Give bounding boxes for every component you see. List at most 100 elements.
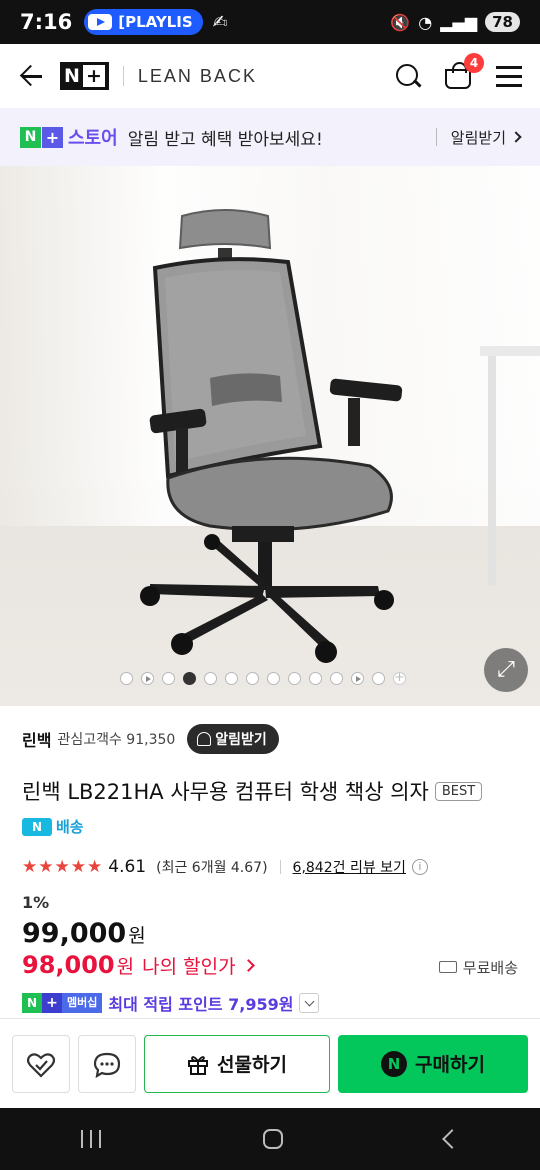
- header-divider: [122, 66, 124, 86]
- carousel-dot[interactable]: [309, 672, 322, 685]
- gift-icon: [188, 1055, 209, 1075]
- carousel-dot[interactable]: [372, 672, 385, 685]
- system-navigation-bar: [0, 1108, 540, 1170]
- image-zoom-button[interactable]: [484, 648, 528, 692]
- home-icon[interactable]: [263, 1129, 283, 1149]
- membership-badge: N + 멤버십: [22, 993, 103, 1013]
- product-title: 린백 LB221HA 사무용 컴퓨터 학생 책상 의자: [22, 780, 429, 804]
- chair-image: [140, 209, 540, 663]
- sale-price: 98,000: [22, 951, 115, 979]
- wifi-icon: ◔: [418, 12, 433, 32]
- naver-plus-logo[interactable]: N +: [60, 62, 109, 90]
- store-alert-link-label: 알림받기: [450, 128, 506, 147]
- original-price-row: 99,000 원: [22, 918, 518, 949]
- banner-divider: [435, 128, 437, 146]
- playlist-chip: [PLAYLIS: [84, 9, 203, 35]
- playlist-label: [PLAYLIS: [118, 13, 193, 31]
- mute-icon: 🔇: [390, 12, 411, 32]
- truck-icon: [438, 961, 457, 973]
- seller-name[interactable]: 린백: [22, 727, 51, 751]
- carousel-dot[interactable]: [204, 672, 217, 685]
- title-row: 린백 LB221HA 사무용 컴퓨터 학생 책상 의자 BEST: [22, 776, 518, 806]
- carousel-dot[interactable]: [162, 672, 175, 685]
- n-delivery-icon: N: [22, 817, 52, 836]
- buy-button-label: 구매하기: [415, 1054, 485, 1076]
- video-dot-icon[interactable]: [141, 672, 154, 685]
- rating-value: 4.61: [108, 857, 147, 877]
- hamburger-menu-icon[interactable]: [496, 66, 522, 87]
- product-info: 린백 관심고객수 91,350 알림받기 린백 LB221HA 사무용 컴퓨터 …: [0, 706, 540, 1015]
- seller-row: 린백 관심고객수 91,350 알림받기: [22, 724, 518, 754]
- store-alert-banner[interactable]: N + 스토어 알림 받고 혜택 받아보세요! 알림받기: [0, 108, 540, 166]
- seller-alarm-label: 알림받기: [215, 732, 267, 748]
- back-icon[interactable]: [442, 1129, 462, 1149]
- store-alert-link[interactable]: 알림받기: [450, 127, 522, 148]
- shopping-bag-icon: [445, 62, 471, 89]
- carousel-indicators: +: [120, 671, 406, 685]
- star-icon: ★: [54, 857, 70, 877]
- carousel-dot[interactable]: [288, 672, 301, 685]
- free-shipping: 무료배송: [438, 957, 518, 978]
- star-half-icon: ★: [87, 857, 103, 877]
- bottom-action-bar: 선물하기 N 구매하기: [0, 1018, 540, 1108]
- gift-button-label: 선물하기: [217, 1054, 287, 1076]
- buy-button[interactable]: N 구매하기: [338, 1034, 528, 1093]
- wishlist-button[interactable]: [12, 1034, 70, 1093]
- bell-plus-icon: [197, 732, 212, 746]
- original-price: 99,000: [22, 918, 127, 949]
- header-actions: 4: [394, 53, 522, 91]
- delivery-row: N 배송: [22, 816, 518, 837]
- info-icon[interactable]: i: [411, 859, 428, 875]
- carousel-dot[interactable]: [120, 672, 133, 685]
- store-banner-message: 알림 받고 혜택 받아보세요!: [127, 129, 323, 150]
- status-icons: 🔇 ◔ ▂▄▆ 78: [390, 12, 520, 32]
- star-icon: ★: [70, 857, 86, 877]
- star-icon: ★: [38, 857, 54, 877]
- my-discount-link[interactable]: 나의 할인가: [142, 952, 255, 979]
- gesture-icon: ✍: [212, 11, 228, 33]
- chat-bubble-icon: [93, 1052, 121, 1078]
- signal-icon: ▂▄▆: [440, 12, 478, 32]
- chevron-right-icon: [241, 959, 255, 972]
- membership-row: N + 멤버십 최대 적립 포인트 7,959원: [22, 991, 518, 1015]
- membership-label: 멤버십: [62, 993, 103, 1013]
- naver-plus-store-logo: N + 스토어: [20, 124, 118, 150]
- search-icon[interactable]: [394, 62, 422, 90]
- battery-indicator: 78: [485, 12, 520, 32]
- more-images-icon[interactable]: +: [393, 671, 406, 685]
- cart-button[interactable]: 4: [444, 53, 484, 91]
- rating-stars: ★ ★ ★ ★ ★: [22, 857, 102, 877]
- sale-price-row: 98,000 원 나의 할인가 무료배송: [22, 951, 518, 979]
- original-price-currency: 원: [128, 925, 146, 947]
- star-icon: ★: [22, 857, 38, 877]
- recent-apps-icon[interactable]: [81, 1130, 101, 1148]
- brand-logo[interactable]: LEAN BACK: [138, 66, 257, 87]
- top-header: N + LEAN BACK 4: [0, 44, 540, 108]
- rating-row: ★ ★ ★ ★ ★ 4.61 (최근 6개월 4.67) 6,842건 리뷰 보…: [22, 857, 518, 877]
- heart-check-icon: [27, 1052, 55, 1078]
- carousel-dot-active[interactable]: [183, 672, 196, 685]
- chevron-right-icon: [510, 131, 522, 143]
- video-dot-icon[interactable]: [351, 672, 364, 685]
- reviews-link[interactable]: 6,842건 리뷰 보기: [293, 857, 406, 877]
- carousel-dot[interactable]: [267, 672, 280, 685]
- seller-alarm-button[interactable]: 알림받기: [187, 724, 279, 754]
- chevron-down-icon[interactable]: [299, 993, 320, 1013]
- seller-fans-count: 관심고객수 91,350: [57, 732, 176, 748]
- gift-button[interactable]: 선물하기: [144, 1034, 330, 1093]
- carousel-dot[interactable]: [225, 672, 238, 685]
- store-label: 스토어: [68, 128, 118, 149]
- npay-icon: N: [381, 1050, 408, 1077]
- carousel-dot[interactable]: [330, 672, 343, 685]
- carousel-dot[interactable]: [246, 672, 259, 685]
- best-badge: BEST: [434, 781, 483, 801]
- back-arrow-icon[interactable]: [18, 62, 46, 90]
- free-shipping-label: 무료배송: [462, 958, 518, 977]
- cart-count-badge: 4: [464, 53, 484, 73]
- status-time: 7:16: [20, 10, 73, 34]
- delivery-label: 배송: [56, 818, 84, 836]
- youtube-icon: [88, 14, 113, 30]
- product-image-carousel[interactable]: +: [0, 166, 540, 706]
- my-discount-label: 나의 할인가: [142, 956, 236, 978]
- talk-talk-button[interactable]: [78, 1034, 136, 1093]
